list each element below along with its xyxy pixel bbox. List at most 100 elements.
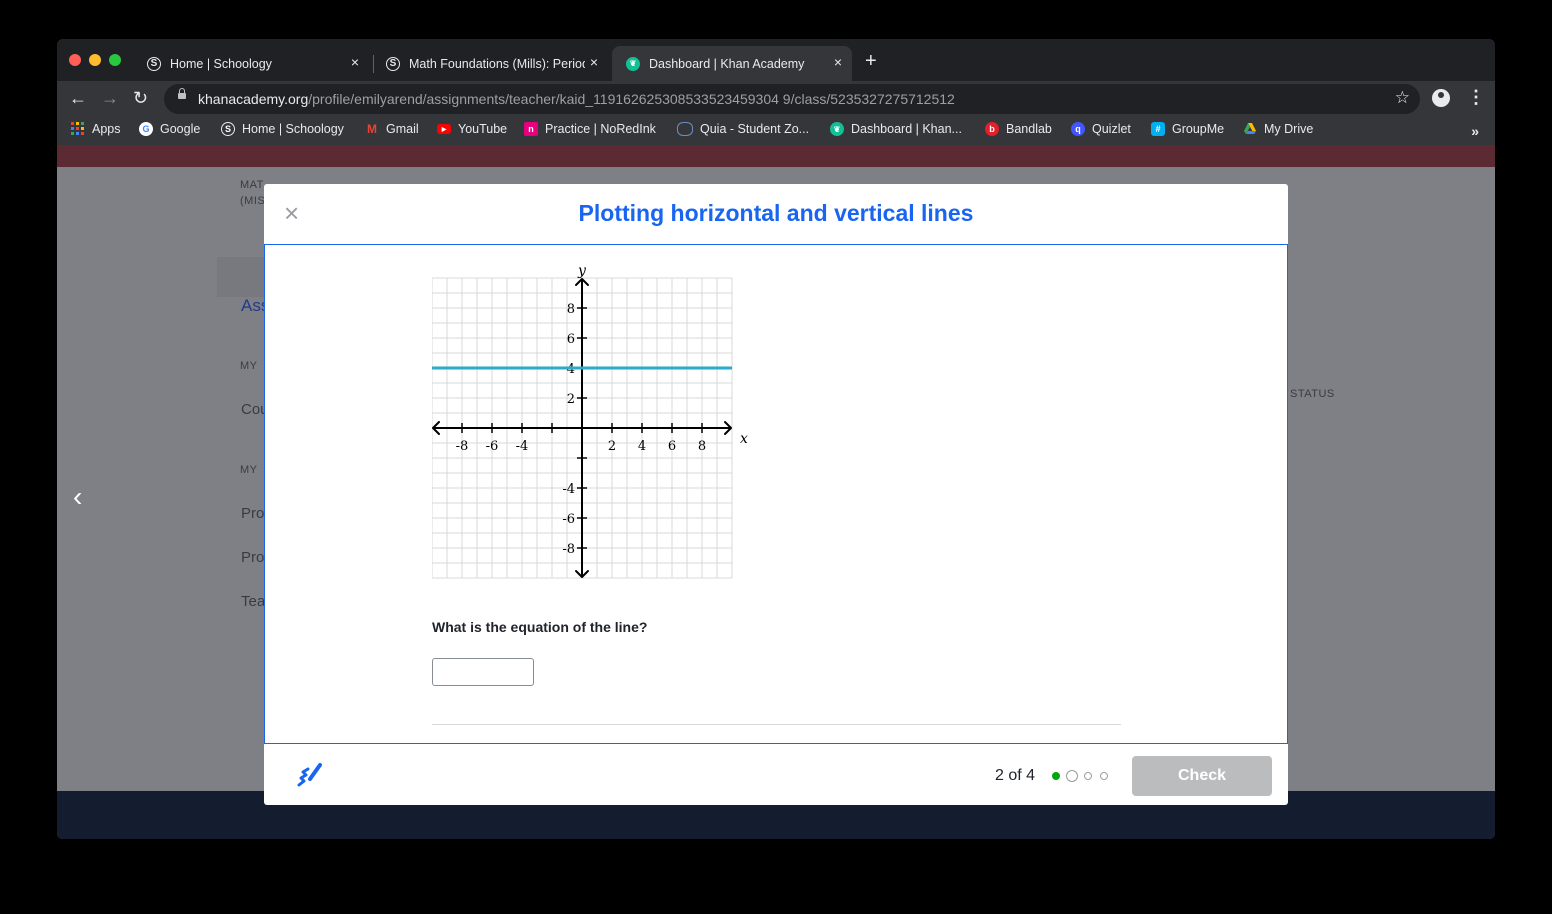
tab-khan-academy[interactable]: ❦ Dashboard | Khan Academy ×	[612, 46, 852, 81]
bookmark-apps[interactable]: Apps	[71, 122, 121, 136]
url-text: khanacademy.org/profile/emilyarend/assig…	[198, 91, 955, 107]
lock-icon	[178, 88, 186, 99]
reload-icon[interactable]: ↻	[133, 87, 148, 109]
quizlet-icon: q	[1071, 122, 1085, 136]
progress-dot	[1100, 772, 1108, 780]
coordinate-graph: -8-6-424688642-4-6-8 y x	[432, 263, 748, 579]
profile-avatar-icon[interactable]	[1432, 89, 1450, 107]
y-tick-label: 2	[567, 392, 575, 407]
question-text: What is the equation of the line?	[432, 619, 648, 635]
bookmark-my-drive[interactable]: My Drive	[1243, 122, 1313, 136]
bookmark-gmail[interactable]: M Gmail	[365, 122, 419, 136]
bookmark-khan-dashboard[interactable]: ❦ Dashboard | Khan...	[830, 122, 962, 136]
exercise-modal: × Plotting horizontal and vertical lines…	[264, 184, 1288, 805]
page-header-band	[57, 145, 1495, 167]
y-tick-label: -6	[562, 512, 575, 527]
google-drive-icon	[1244, 123, 1256, 134]
new-tab-button[interactable]: +	[865, 51, 877, 71]
answer-input[interactable]	[432, 658, 534, 686]
close-tab-icon[interactable]: ×	[590, 54, 598, 70]
bg-nav-link[interactable]: Tea	[241, 593, 265, 610]
bookmark-label: Quizlet	[1092, 122, 1131, 136]
x-tick-label: -6	[486, 439, 499, 454]
progress-dot-complete	[1052, 772, 1060, 780]
x-tick-label: -4	[516, 439, 529, 454]
bookmark-label: Home | Schoology	[242, 122, 344, 136]
bg-section-label: MY	[240, 464, 258, 476]
x-tick-label: 8	[698, 439, 706, 454]
y-tick-label: -4	[562, 482, 575, 497]
address-bar[interactable]: khanacademy.org/profile/emilyarend/assig…	[164, 84, 1420, 114]
modal-title: Plotting horizontal and vertical lines	[578, 200, 974, 226]
bookmark-star-icon[interactable]: ☆	[1395, 88, 1410, 108]
bg-nav-link[interactable]: Pro	[241, 505, 264, 522]
bookmark-label: GroupMe	[1172, 122, 1225, 136]
bookmark-bandlab[interactable]: b Bandlab	[985, 122, 1052, 136]
bookmark-quizlet[interactable]: q Quizlet	[1071, 122, 1131, 136]
bookmark-label: Practice | NoRedInk	[545, 122, 656, 136]
bg-course-label: MAT	[240, 179, 264, 191]
y-axis-label: y	[577, 263, 587, 279]
bg-nav-link[interactable]: Pro	[241, 549, 264, 566]
maximize-window-button[interactable]	[109, 54, 121, 66]
browser-toolbar: ← → ↻ khanacademy.org/profile/emilyarend…	[57, 81, 1495, 117]
bookmark-label: Apps	[92, 122, 121, 136]
x-axis-label: x	[740, 431, 748, 447]
bookmark-label: Quia - Student Zo...	[700, 122, 810, 136]
close-tab-icon[interactable]: ×	[351, 54, 359, 70]
bg-status-header: STATUS	[1290, 388, 1335, 400]
bookmark-label: Dashboard | Khan...	[851, 122, 962, 136]
more-bookmarks-icon[interactable]: »	[1471, 123, 1479, 139]
bandlab-icon: b	[985, 122, 999, 136]
forward-arrow-icon[interactable]: →	[101, 87, 119, 109]
khan-academy-icon: ❦	[830, 122, 844, 136]
groupme-icon: #	[1151, 122, 1165, 136]
bookmark-groupme[interactable]: # GroupMe	[1151, 122, 1224, 136]
bookmark-schoology[interactable]: S Home | Schoology	[221, 122, 344, 136]
schoology-icon: S	[147, 56, 161, 71]
progress-dot-current	[1066, 770, 1078, 782]
quia-icon	[677, 122, 693, 136]
close-window-button[interactable]	[69, 54, 81, 66]
tab-schoology-home[interactable]: S Home | Schoology ×	[133, 46, 369, 81]
bookmark-quia[interactable]: Quia - Student Zo...	[677, 122, 809, 136]
bookmark-label: Google	[160, 122, 201, 136]
check-button[interactable]: Check	[1132, 756, 1272, 796]
bookmark-youtube[interactable]: ▶ YouTube	[437, 122, 507, 136]
tab-title: Math Foundations (Mills): Period	[409, 56, 585, 71]
bg-course-sublabel: (MIS	[240, 195, 266, 207]
url-path: /profile/emilyarend/assignments/teacher/…	[308, 91, 955, 107]
bookmark-google[interactable]: G Google	[139, 122, 200, 136]
bookmark-noredink[interactable]: n Practice | NoRedInk	[524, 122, 656, 136]
tab-strip: S Home | Schoology × S Math Foundations …	[57, 39, 1495, 81]
minimize-window-button[interactable]	[89, 54, 101, 66]
y-tick-label: 6	[567, 332, 575, 347]
back-arrow-icon[interactable]: ←	[69, 87, 87, 109]
divider	[432, 724, 1121, 725]
x-tick-label: -8	[456, 439, 469, 454]
bookmarks-bar: Apps G Google S Home | Schoology M Gmail…	[57, 117, 1495, 145]
progress-counter: 2 of 4	[995, 767, 1036, 784]
y-tick-label: -8	[562, 542, 575, 557]
x-tick-label: 6	[668, 439, 676, 454]
noredink-icon: n	[524, 122, 538, 136]
bookmark-label: My Drive	[1264, 122, 1314, 136]
khan-academy-icon: ❦	[626, 56, 640, 71]
y-tick-label: 8	[567, 302, 575, 317]
menu-kebab-icon[interactable]: ⋮	[1467, 87, 1485, 108]
x-tick-label: 4	[638, 439, 646, 454]
tab-title: Dashboard | Khan Academy	[649, 56, 805, 71]
schoology-icon: S	[221, 122, 235, 136]
bookmark-label: Bandlab	[1006, 122, 1052, 136]
x-tick-label: 2	[608, 439, 616, 454]
apps-grid-icon	[71, 122, 84, 135]
tab-math-foundations[interactable]: S Math Foundations (Mills): Period ×	[372, 46, 608, 81]
chevron-left-icon[interactable]: ‹	[73, 481, 82, 513]
progress-dot	[1084, 772, 1092, 780]
youtube-icon: ▶	[437, 124, 451, 134]
url-host: khanacademy.org	[198, 91, 309, 107]
exercise-body: -8-6-424688642-4-6-8 y x What is the equ…	[264, 245, 1288, 744]
modal-footer: 2 of 4 Check	[264, 744, 1288, 805]
scratchpad-pencil-icon[interactable]	[296, 761, 322, 789]
close-tab-icon[interactable]: ×	[834, 54, 842, 70]
